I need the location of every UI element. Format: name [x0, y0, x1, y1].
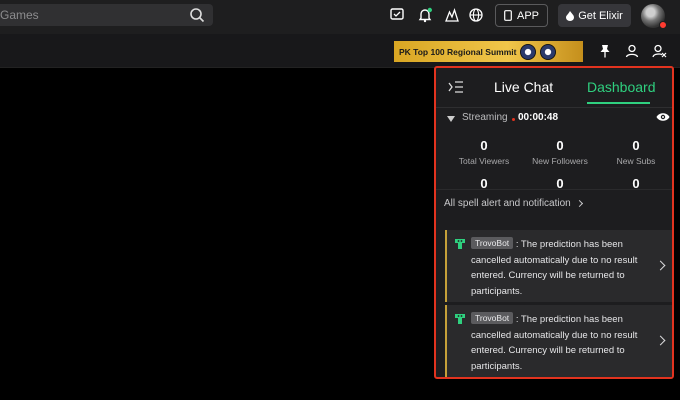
get-elixir-button[interactable]: Get Elixir — [558, 4, 631, 27]
event-banner[interactable]: PK Top 100 Regional Summit — [394, 41, 583, 62]
sender-tag: TrovoBot — [471, 237, 514, 249]
stat-label: Total Viewers — [458, 156, 510, 166]
stat-label: New Followers — [532, 156, 588, 166]
app-button[interactable]: APP — [495, 4, 548, 27]
caret-down-icon[interactable] — [447, 116, 455, 122]
bell-icon[interactable] — [416, 6, 434, 24]
sender-tag: TrovoBot — [471, 312, 514, 324]
stat-new-subs: 0 New Subs — [598, 138, 672, 166]
badge-icon — [540, 43, 557, 60]
search-input[interactable]: Games — [0, 8, 213, 22]
mountain-icon[interactable] — [443, 6, 461, 24]
banner-text: PK Top 100 Regional Summit — [399, 46, 517, 57]
user-icon[interactable] — [624, 43, 640, 59]
dashboard-panel: Live Chat Dashboard Streaming 00:00:48 0… — [434, 66, 674, 379]
notification-text: TrovoBot : The prediction has been cance… — [471, 312, 655, 374]
active-tab-indicator — [587, 102, 650, 104]
stat-total-viewers: 0 Total Viewers — [446, 138, 522, 166]
phone-icon — [504, 10, 512, 21]
avatar-status-dot — [659, 21, 667, 29]
stat-value: 0 — [556, 138, 564, 153]
divider — [436, 189, 672, 190]
streaming-label: Streaming — [462, 112, 508, 123]
spell-alert-label: All spell alert and notification — [444, 198, 571, 209]
spell-alert-link[interactable]: All spell alert and notification — [444, 198, 583, 209]
trovobot-icon — [455, 314, 465, 324]
stat-value: 0 — [480, 138, 488, 153]
chat-icon[interactable] — [388, 6, 406, 24]
panel-header: Live Chat Dashboard — [436, 68, 672, 108]
notification-item[interactable]: TrovoBot : The prediction has been cance… — [445, 230, 672, 302]
tab-live-chat[interactable]: Live Chat — [494, 79, 553, 95]
chevron-right-icon[interactable] — [655, 260, 666, 271]
tab-dashboard[interactable]: Dashboard — [587, 79, 656, 95]
globe-icon[interactable] — [467, 6, 485, 24]
video-player[interactable] — [0, 68, 434, 400]
badge-icon — [520, 43, 537, 60]
trovobot-icon — [455, 239, 465, 249]
stream-duration: 00:00:48 — [518, 112, 559, 123]
chevron-right-icon[interactable] — [655, 335, 666, 346]
stat-new-followers: 0 New Followers — [522, 138, 598, 166]
eye-icon[interactable] — [656, 112, 670, 122]
pin-icon[interactable] — [597, 43, 613, 59]
chevron-right-icon — [575, 199, 583, 208]
search-box[interactable]: Games — [0, 4, 213, 26]
streaming-status-row[interactable]: Streaming 00:00:48 — [436, 108, 672, 130]
user-settings-icon[interactable] — [651, 43, 667, 59]
collapse-panel-icon[interactable] — [448, 80, 464, 94]
top-bar: Games APP Get Elixir — [0, 0, 680, 34]
app-button-label: APP — [516, 9, 539, 22]
notification-text: TrovoBot : The prediction has been cance… — [471, 237, 655, 299]
live-dot — [512, 118, 515, 121]
stat-value: 0 — [632, 138, 640, 153]
flame-icon — [566, 10, 575, 21]
notification-item[interactable]: TrovoBot : The prediction has been cance… — [445, 305, 672, 377]
stat-label: New Subs — [616, 156, 656, 166]
get-elixir-label: Get Elixir — [578, 9, 623, 22]
search-icon[interactable] — [189, 7, 205, 23]
